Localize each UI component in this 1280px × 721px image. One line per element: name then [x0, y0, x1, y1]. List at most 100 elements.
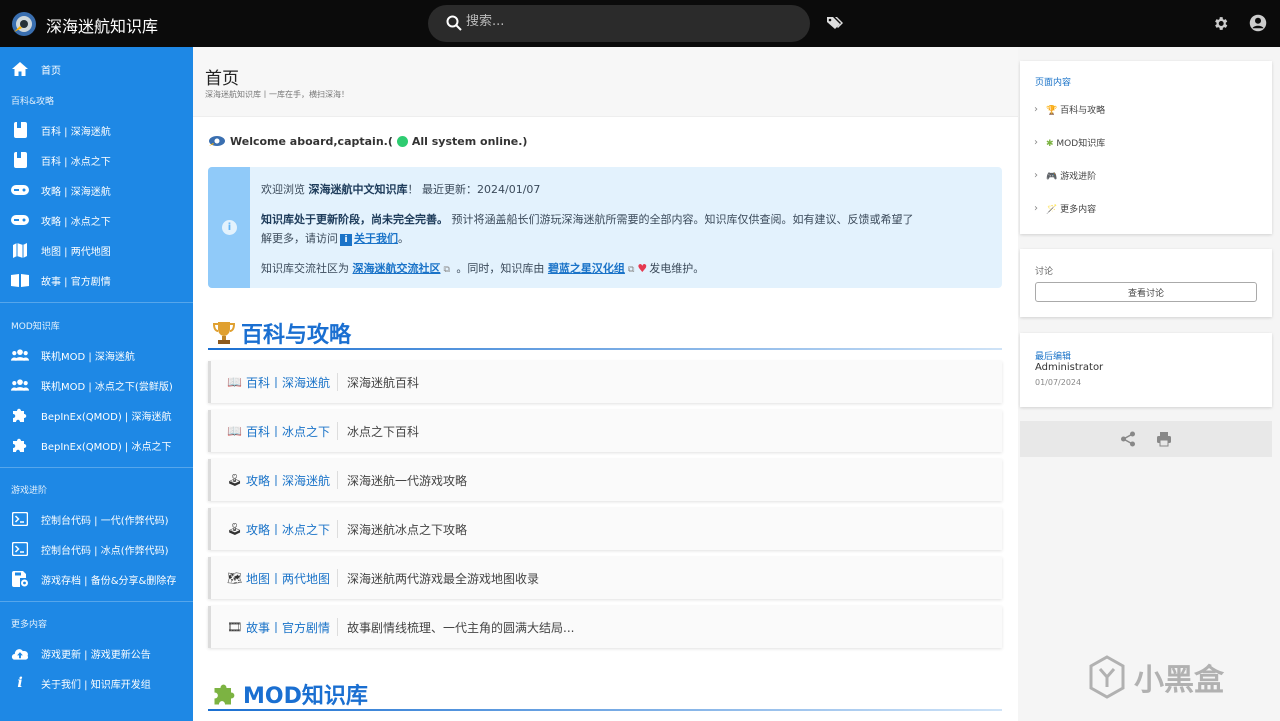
- toc-item-more[interactable]: › 🪄 更多内容: [1034, 202, 1096, 215]
- toc-item-advanced[interactable]: › 🎮 游戏进阶: [1034, 169, 1096, 182]
- sidebar-section-title: 更多内容: [11, 620, 48, 630]
- table-of-contents: 页面内容 › 🏆 百科与攻略 › ✱ MOD知识库 › 🎮 游戏进阶 › 🪄 更…: [1020, 61, 1272, 234]
- chevron-right-icon: ›: [1034, 137, 1038, 148]
- sidebar-item-label: 控制台代码 | 冰点(作弊代码): [41, 545, 169, 557]
- card-title[interactable]: 百科丨冰点之下: [246, 423, 330, 440]
- group-icon: [11, 376, 29, 394]
- sidebar-item-mp-mod-subnautica[interactable]: 联机MOD | 深海迷航: [0, 340, 193, 370]
- account-icon[interactable]: [1249, 14, 1267, 32]
- toc-item-label: 百科与攻略: [1060, 106, 1106, 116]
- sidebar-divider: [0, 302, 193, 303]
- card-story[interactable]: 🎞 故事丨官方剧情 故事剧情线梳理、一代主角的圆满大结局...: [208, 606, 1002, 648]
- sidebar-item-label: BepInEx(QMOD) | 深海迷航: [41, 411, 172, 423]
- submarine-icon: [209, 136, 225, 146]
- chevron-right-icon: ›: [1034, 104, 1038, 115]
- sidebar-item-story[interactable]: 故事 | 官方剧情: [0, 265, 193, 295]
- notice-strip: i: [208, 167, 250, 288]
- sidebar-item-label: 联机MOD | 冰点之下(尝鲜版): [41, 381, 173, 393]
- sidebar-item-mp-mod-below-zero[interactable]: 联机MOD | 冰点之下(尝鲜版): [0, 370, 193, 400]
- map-icon: [11, 241, 29, 259]
- page-actions: [1020, 421, 1272, 457]
- site-title[interactable]: 深海迷航知识库: [46, 13, 158, 37]
- card-wiki-subnautica[interactable]: 📖 百科丨深海迷航 深海迷航百科: [208, 361, 1002, 403]
- site-logo-icon[interactable]: [10, 10, 38, 38]
- gamepad-icon: [11, 181, 29, 199]
- toc-item-label: 更多内容: [1060, 205, 1097, 215]
- notice-line-3: 解更多，请访问 i 关于我们。: [261, 230, 409, 246]
- sidebar-item-home[interactable]: 首页: [0, 54, 193, 84]
- card-separator: [337, 520, 338, 538]
- card-separator: [337, 569, 338, 587]
- card-maps[interactable]: 🗺 地图丨两代地图 深海迷航两代游戏最全游戏地图收录: [208, 557, 1002, 599]
- notice-line-1: 欢迎浏览 深海迷航中文知识库！ 最近更新：2024/01/07: [261, 181, 540, 197]
- chevron-right-icon: ›: [1034, 170, 1038, 181]
- sidebar-item-updates[interactable]: 游戏更新 | 游戏更新公告: [0, 638, 193, 668]
- toc-item-label: MOD知识库: [1056, 139, 1106, 149]
- toc-item-mod[interactable]: › ✱ MOD知识库: [1034, 136, 1105, 149]
- sidebar-item-wiki-below-zero[interactable]: 百科 | 冰点之下: [0, 145, 193, 175]
- section-divider: [208, 709, 1002, 711]
- sidebar-item-label: BepInEx(QMOD) | 冰点之下: [41, 441, 172, 453]
- home-icon: [11, 60, 29, 78]
- sidebar-item-about[interactable]: i 关于我们 | 知识库开发组: [0, 668, 193, 698]
- notice-text: 欢迎浏览: [261, 183, 309, 196]
- view-discussion-button[interactable]: 查看讨论: [1035, 282, 1257, 302]
- trophy-icon: 🏆: [1046, 106, 1058, 116]
- toc-item-wiki[interactable]: › 🏆 百科与攻略: [1034, 103, 1105, 116]
- sidebar-item-guide-below-zero[interactable]: 攻略 | 冰点之下: [0, 205, 193, 235]
- notice-text: 预计将涵盖船长们游玩深海迷航所需要的全部内容。知识库仅供查阅。如有建议、反馈或希…: [448, 213, 914, 226]
- sidebar-item-label: 关于我们 | 知识库开发组: [41, 679, 151, 691]
- last-edit-label: 最后编辑: [1035, 352, 1072, 362]
- card-title[interactable]: 百科丨深海迷航: [246, 374, 330, 391]
- sidebar-item-maps[interactable]: 地图 | 两代地图: [0, 235, 193, 265]
- share-icon[interactable]: [1120, 431, 1136, 447]
- main-content: 首页 深海迷航知识库丨一库在手，横扫深海！ Welcome aboard,cap…: [193, 47, 1018, 721]
- card-guide-below-zero[interactable]: 🕹 攻略丨冰点之下 深海迷航冰点之下攻略: [208, 508, 1002, 550]
- card-title[interactable]: 攻略丨冰点之下: [246, 521, 330, 538]
- terminal-icon: [11, 510, 29, 528]
- info-icon: i: [17, 675, 23, 691]
- sidebar-section-title: 百科&攻略: [11, 97, 55, 107]
- heart-icon: ♥: [637, 262, 648, 275]
- status-online-icon: [396, 135, 408, 147]
- sidebar-item-console-subnautica[interactable]: 控制台代码 | 一代(作弊代码): [0, 504, 193, 534]
- gear-icon[interactable]: [1212, 15, 1229, 32]
- open-book-icon: [11, 271, 29, 289]
- wand-icon: 🪄: [1046, 205, 1058, 215]
- sidebar-item-label: 故事 | 官方剧情: [41, 276, 111, 288]
- sidebar-item-saves[interactable]: 游戏存档 | 备份&分享&删除存: [0, 564, 193, 594]
- sidebar-section-title: MOD知识库: [11, 322, 60, 332]
- sidebar-item-wiki-subnautica[interactable]: 百科 | 深海迷航: [0, 115, 193, 145]
- sidebar-item-label: 百科 | 深海迷航: [41, 126, 111, 138]
- search-input[interactable]: [466, 14, 786, 29]
- sidebar-item-bepinex-subnautica[interactable]: BepInEx(QMOD) | 深海迷航: [0, 400, 193, 430]
- gamepad-icon: 🎮: [1046, 172, 1058, 182]
- tags-icon[interactable]: [826, 15, 844, 31]
- community-link[interactable]: 深海迷航交流社区: [353, 262, 441, 275]
- group-icon: [11, 346, 29, 364]
- save-settings-icon: [11, 570, 29, 588]
- card-title[interactable]: 故事丨官方剧情: [246, 619, 330, 636]
- sidebar-item-console-below-zero[interactable]: 控制台代码 | 冰点(作弊代码): [0, 534, 193, 564]
- sidebar-item-label: 攻略 | 冰点之下: [41, 216, 111, 228]
- toc-item-label: 游戏进阶: [1060, 172, 1097, 182]
- sidebar-item-label: 联机MOD | 深海迷航: [41, 351, 135, 363]
- film-icon: 🎞: [227, 620, 243, 634]
- card-title[interactable]: 地图丨两代地图: [246, 570, 330, 587]
- book-icon: [11, 151, 29, 169]
- sidebar-item-bepinex-below-zero[interactable]: BepInEx(QMOD) | 冰点之下: [0, 430, 193, 460]
- sidebar: 首页 百科&攻略 百科 | 深海迷航 百科 | 冰点之下 攻略 | 深海迷航 攻…: [0, 47, 193, 721]
- welcome-text-end: All system online.): [411, 134, 528, 148]
- card-wiki-below-zero[interactable]: 📖 百科丨冰点之下 冰点之下百科: [208, 410, 1002, 452]
- notice-text: 。: [398, 232, 409, 245]
- translation-group-link[interactable]: 碧蓝之星汉化组: [548, 262, 625, 275]
- print-icon[interactable]: [1156, 431, 1172, 447]
- book-icon: [11, 121, 29, 139]
- sidebar-item-guide-subnautica[interactable]: 攻略 | 深海迷航: [0, 175, 193, 205]
- card-description: 深海迷航冰点之下攻略: [347, 523, 468, 537]
- notice-box: i 欢迎浏览 深海迷航中文知识库！ 最近更新：2024/01/07 知识库处于更…: [208, 167, 1002, 288]
- search-bar[interactable]: [428, 5, 810, 42]
- about-us-link[interactable]: 关于我们: [354, 232, 398, 245]
- card-title[interactable]: 攻略丨深海迷航: [246, 472, 330, 489]
- card-guide-subnautica[interactable]: 🕹 攻略丨深海迷航 深海迷航一代游戏攻略: [208, 459, 1002, 501]
